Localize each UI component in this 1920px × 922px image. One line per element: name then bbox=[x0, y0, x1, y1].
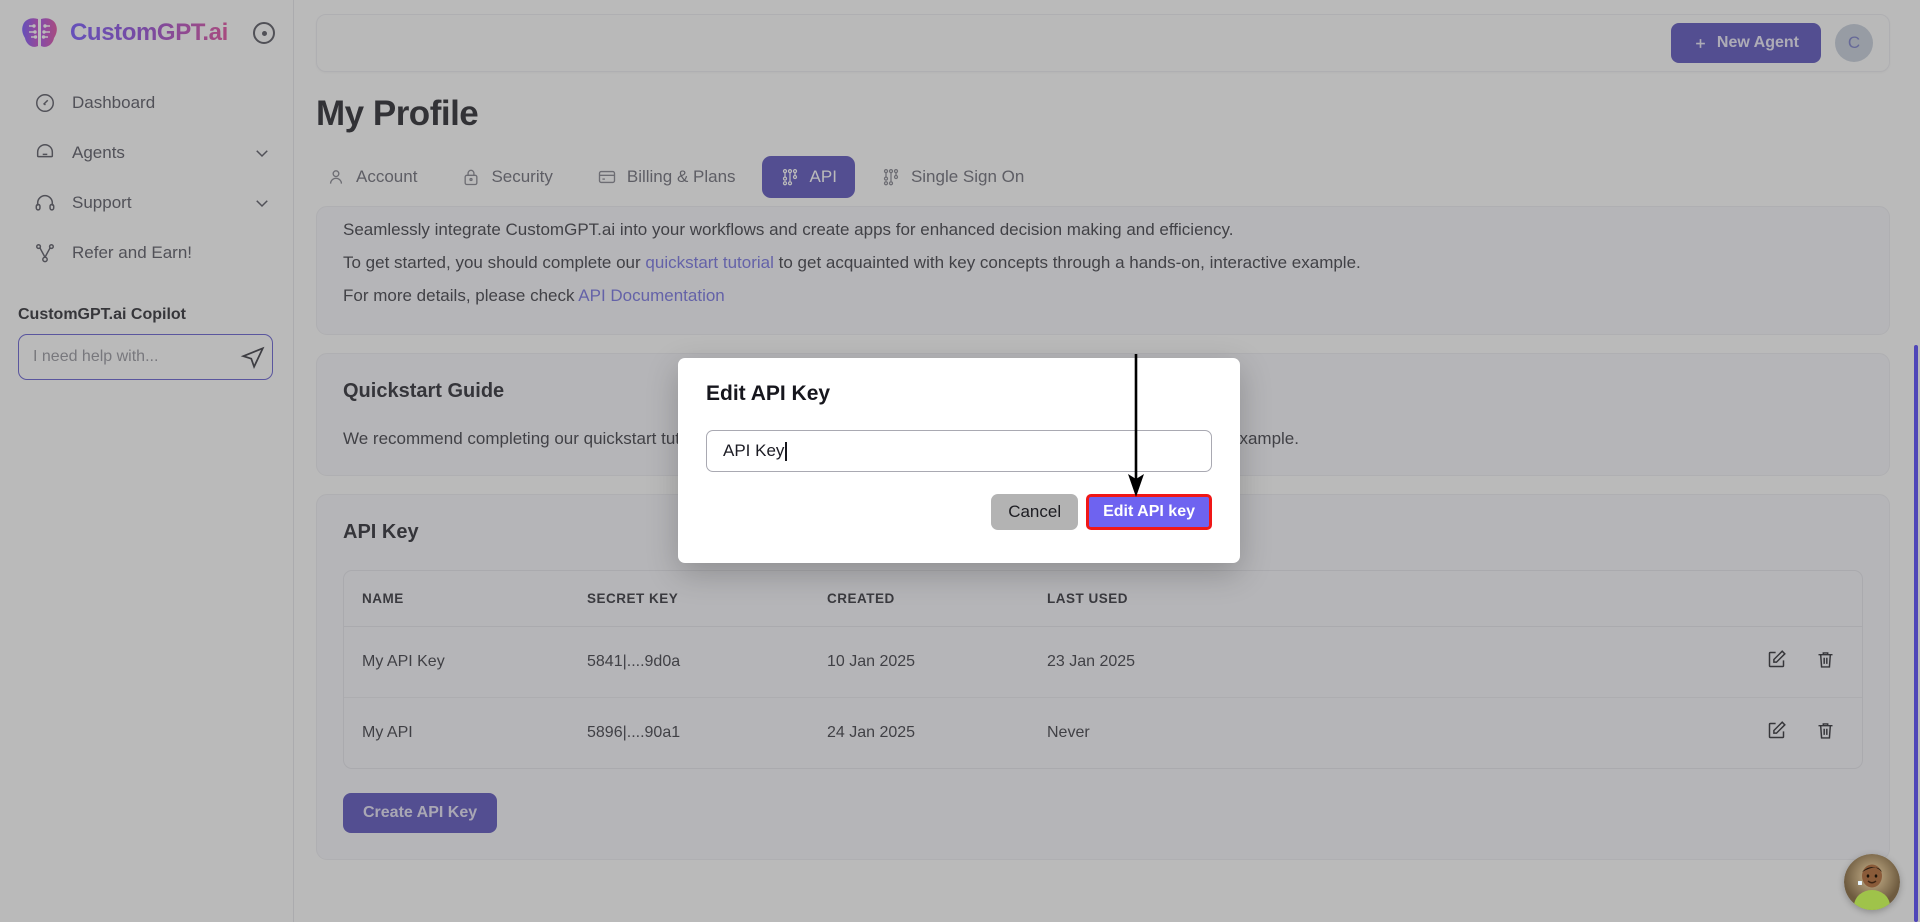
tab-label: Account bbox=[356, 167, 418, 186]
intro-line-2-pre: To get started, you should complete our bbox=[343, 253, 646, 273]
cell-name: My API bbox=[362, 724, 413, 742]
cell-last-used: 23 Jan 2025 bbox=[1029, 626, 1329, 699]
create-api-key-button[interactable]: Create API Key bbox=[343, 793, 498, 834]
intro-line-3-pre: For more details, please check bbox=[343, 286, 579, 306]
text-caret bbox=[785, 441, 787, 461]
tab-api[interactable]: API bbox=[761, 156, 855, 198]
cell-secret-key: 5841|....9d0a bbox=[569, 626, 809, 699]
api-documentation-link[interactable]: API Documentation bbox=[578, 286, 724, 305]
sidebar-item-agents[interactable]: Agents bbox=[0, 128, 293, 178]
collapse-circle-icon[interactable] bbox=[253, 22, 275, 44]
column-header-secret-key: SECRET KEY bbox=[569, 571, 809, 628]
trash-icon[interactable] bbox=[1815, 720, 1836, 741]
user-icon bbox=[329, 170, 343, 184]
table-row: My API 5896|....90a1 24 Jan 2025 Never bbox=[344, 698, 1862, 769]
cell-actions bbox=[1329, 698, 1862, 769]
brand-name: CustomGPT.ai bbox=[70, 19, 228, 46]
paper-plane-icon[interactable] bbox=[240, 344, 266, 370]
intro-line-2-post: to get acquainted with key concepts thro… bbox=[773, 253, 1361, 273]
api-nodes-icon bbox=[883, 169, 899, 186]
quickstart-tutorial-link[interactable]: quickstart tutorial bbox=[645, 253, 774, 272]
avatar-initial: C bbox=[1847, 33, 1861, 52]
sidebar-nav: Dashboard Agents Support Refer and Earn! bbox=[0, 78, 293, 278]
speedometer-icon bbox=[36, 94, 54, 112]
table-body: My API Key 5841|....9d0a 10 Jan 2025 23 … bbox=[344, 626, 1862, 769]
sidebar-item-label: Support bbox=[72, 193, 132, 212]
api-intro-panel: Seamlessly integrate CustomGPT.ai into y… bbox=[316, 206, 1890, 336]
tab-security[interactable]: Security bbox=[443, 156, 570, 198]
plus-icon bbox=[1696, 38, 1705, 48]
column-header-created: CREATED bbox=[809, 571, 1029, 628]
intro-line-3: For more details, please check API Docum… bbox=[343, 279, 1863, 312]
cell-last-used: Never bbox=[1047, 724, 1090, 742]
share-nodes-icon bbox=[36, 244, 54, 263]
sidebar-item-refer-and-earn[interactable]: Refer and Earn! bbox=[0, 228, 293, 278]
cancel-button[interactable]: Cancel bbox=[991, 494, 1079, 530]
topbar: New Agent C bbox=[316, 14, 1890, 72]
copilot-input-wrap[interactable] bbox=[18, 334, 273, 380]
support-chat-widget[interactable] bbox=[1844, 854, 1900, 910]
lock-icon bbox=[464, 169, 478, 186]
api-nodes-icon bbox=[782, 169, 797, 186]
support-agent-avatar bbox=[1844, 854, 1900, 910]
cell-secret-key: 5896|....90a1 bbox=[587, 724, 681, 742]
credit-card-icon bbox=[598, 170, 616, 184]
trash-icon[interactable] bbox=[1815, 649, 1836, 670]
chevron-down-icon[interactable] bbox=[253, 194, 271, 212]
copilot-title: CustomGPT.ai Copilot bbox=[18, 306, 186, 323]
intro-line-1: Seamlessly integrate CustomGPT.ai into y… bbox=[343, 220, 1234, 239]
cell-created: 10 Jan 2025 bbox=[809, 626, 1029, 699]
column-header-name: NAME bbox=[344, 571, 569, 628]
sidebar-item-label: Dashboard bbox=[72, 93, 156, 112]
tab-billing-and-plans[interactable]: Billing & Plans bbox=[579, 156, 754, 198]
headset-icon bbox=[35, 195, 55, 211]
column-header-last-used: LAST USED bbox=[1029, 571, 1329, 628]
cell-name: My API Key bbox=[344, 626, 569, 699]
tab-label: API bbox=[809, 167, 837, 186]
edit-pencil-icon[interactable] bbox=[1766, 649, 1787, 670]
sidebar: CustomGPT.ai Dashboard Agents Support Re… bbox=[0, 0, 294, 922]
cell-actions bbox=[1329, 626, 1862, 699]
tab-label: Single Sign On bbox=[910, 167, 1025, 186]
table-row: My API Key 5841|....9d0a 10 Jan 2025 23 … bbox=[344, 626, 1862, 699]
table-header-row: NAME SECRET KEY CREATED LAST USED bbox=[344, 571, 1862, 628]
table-head: NAME SECRET KEY CREATED LAST USED bbox=[344, 571, 1862, 628]
chat-bubble-icon bbox=[36, 144, 54, 158]
api-key-table: NAME SECRET KEY CREATED LAST USED My API… bbox=[344, 571, 1862, 768]
tab-single-sign-on[interactable]: Single Sign On bbox=[863, 156, 1042, 198]
column-header-actions bbox=[1329, 571, 1862, 628]
annotation-arrow bbox=[1128, 354, 1144, 497]
sidebar-item-dashboard[interactable]: Dashboard bbox=[0, 78, 293, 128]
intro-line-2: To get started, you should complete our … bbox=[343, 246, 1863, 279]
tab-label: Security bbox=[491, 167, 553, 186]
api-key-name-value: API Key bbox=[723, 441, 785, 460]
tab-label: Billing & Plans bbox=[626, 167, 736, 186]
sidebar-item-label: Refer and Earn! bbox=[72, 243, 193, 262]
new-agent-label: New Agent bbox=[1716, 34, 1799, 51]
copilot-input[interactable] bbox=[33, 348, 240, 366]
brand-row: CustomGPT.ai bbox=[0, 0, 293, 62]
api-key-table-wrap: NAME SECRET KEY CREATED LAST USED My API… bbox=[343, 570, 1863, 770]
avatar[interactable]: C bbox=[1835, 24, 1873, 62]
page-title: My Profile bbox=[316, 94, 479, 133]
tab-account[interactable]: Account bbox=[308, 156, 435, 198]
page-scrollbar[interactable] bbox=[1904, 0, 1920, 922]
profile-tabs: Account Security Billing & Plans API Sin… bbox=[308, 156, 1920, 198]
chevron-down-icon[interactable] bbox=[253, 144, 271, 162]
page-scrollbar-thumb[interactable] bbox=[1914, 345, 1918, 922]
new-agent-button[interactable]: New Agent bbox=[1670, 23, 1821, 63]
sidebar-item-label: Agents bbox=[72, 143, 125, 162]
customgpt-brain-logo-icon bbox=[22, 18, 57, 47]
sidebar-item-support[interactable]: Support bbox=[0, 178, 293, 228]
edit-pencil-icon[interactable] bbox=[1766, 720, 1787, 741]
cell-created: 24 Jan 2025 bbox=[827, 724, 916, 742]
